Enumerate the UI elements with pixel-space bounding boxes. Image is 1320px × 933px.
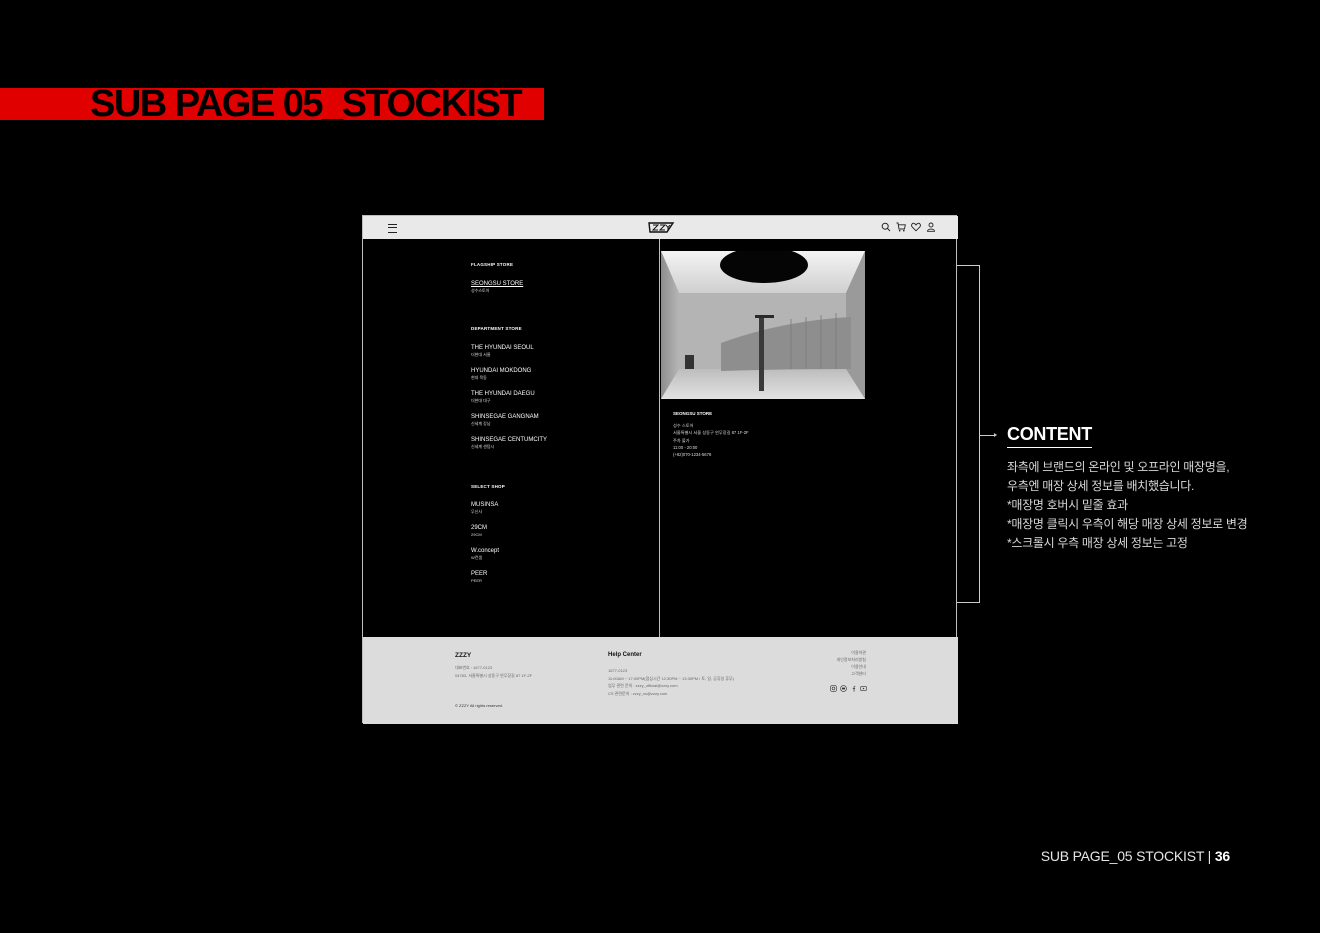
annotation-bracket: [957, 265, 980, 603]
hamburger-menu-icon[interactable]: [388, 224, 397, 233]
help-cs-email: CS 관련문의 : zzzy_cs@zzzy.com: [608, 690, 668, 696]
section-title-department: DEPARTMENT STORE: [471, 326, 522, 331]
store-detail-hours: 11:00 - 20:00: [673, 444, 698, 450]
store-name: W.concept: [471, 548, 500, 554]
instagram-icon[interactable]: [830, 685, 837, 692]
store-item-the-hyundai-daegu[interactable]: THE HYUNDAI DAEGU 더현대 대구: [471, 391, 535, 404]
store-name-ko: 현대 목동: [471, 375, 487, 380]
footer-address: 04783, 서울특별시 성동구 연무장길 87 1F-2F: [455, 672, 533, 678]
user-icon[interactable]: [926, 222, 936, 232]
page-number: 36: [1214, 848, 1230, 864]
store-name: HYUNDAI MOKDONG: [471, 368, 532, 374]
slide-footer: SUB PAGE_05 STOCKIST | 36: [1040, 848, 1231, 864]
slide-footer-label: SUB PAGE_05 STOCKIST: [1040, 848, 1204, 864]
website-mockup: FLAGSHIP STORE SEONGSU STORE 성수스토어 DEPAR…: [362, 215, 958, 724]
store-name-ko: 성수스토어: [471, 288, 490, 293]
store-name: SHINSEGAE GANGNAM: [471, 414, 539, 420]
store-item-shinsegae-gangnam[interactable]: SHINSEGAE GANGNAM 신세계 강남: [471, 414, 539, 427]
help-business-email: 업무 관련 문의 : zzzy_official@zzzy.com: [608, 683, 678, 688]
store-item-the-hyundai-seoul[interactable]: THE HYUNDAI SEOUL 더현대 서울: [471, 345, 534, 358]
footer-link-privacy[interactable]: 개인정보처리방침: [837, 656, 866, 663]
store-name: 29CM: [471, 525, 488, 531]
help-hours: 11:00AM ~ 17:00PM(점심시간 12:30PM ~ 13:30PM…: [608, 675, 735, 681]
store-name: SHINSEGAE CENTUMCITY: [471, 437, 548, 443]
store-item-peer[interactable]: PEER PEER: [471, 571, 487, 584]
annotation-arrow: [980, 433, 997, 437]
store-item-seongsu[interactable]: SEONGSU STORE 성수스토어: [471, 281, 523, 294]
annotation-line: 우측엔 매장 상세 정보를 배치했습니다.: [1007, 479, 1195, 493]
footer-link-cs[interactable]: 고객센터: [837, 670, 866, 677]
site-header: [363, 216, 958, 239]
footer-link-terms[interactable]: 이용약관: [837, 649, 866, 656]
store-name: SEONGSU STORE: [471, 281, 524, 287]
youtube-icon[interactable]: [860, 685, 867, 692]
help-phone: 1677-0123: [608, 668, 628, 673]
annotation-line: 좌측에 브랜드의 온라인 및 오프라인 매장명을,: [1007, 460, 1230, 474]
kakao-icon[interactable]: [840, 685, 847, 692]
section-title-select-shop: SELECT SHOP: [471, 484, 505, 489]
store-name-ko: 29CM: [471, 532, 482, 537]
store-name-ko: PEER: [471, 578, 482, 583]
store-name-ko: 신세계 강남: [471, 421, 491, 426]
store-item-wconcept[interactable]: W.concept W컨셉: [471, 548, 499, 561]
heart-icon[interactable]: [911, 222, 921, 232]
footer-link-guide[interactable]: 이용안내: [837, 663, 866, 670]
section-title-flagship: FLAGSHIP STORE: [471, 262, 514, 267]
store-name: PEER: [471, 571, 488, 577]
annotation-line: *스크롤시 우측 매장 상세 정보는 고정: [1007, 536, 1188, 550]
facebook-icon[interactable]: [850, 685, 857, 692]
search-icon[interactable]: [881, 222, 891, 232]
zzzy-logo[interactable]: [647, 220, 675, 235]
store-name-ko: 더현대 서울: [471, 352, 491, 357]
store-detail-parking: 주차 불가: [673, 437, 690, 443]
store-name-ko: 신세계 센텀시: [471, 444, 495, 449]
annotation-title: CONTENT: [1007, 424, 1092, 448]
store-detail: SEONGSU STORE 성수 스토어 서울특별시 서울 성동구 연무장길 8…: [673, 411, 873, 458]
store-item-musinsa[interactable]: MUSINSA 무신사: [471, 502, 498, 515]
store-name: THE HYUNDAI DAEGU: [471, 391, 535, 397]
site-footer: ZZZY 대표번호 : 1677-0123 04783, 서울특별시 성동구 연…: [363, 637, 958, 724]
annotation-line: *매장명 클릭시 우측이 해당 매장 상세 정보로 변경: [1007, 517, 1248, 531]
store-name: MUSINSA: [471, 502, 499, 508]
store-detail-address: 서울특별시 서울 성동구 연무장길 87 1F-2F: [673, 430, 749, 436]
store-name: THE HYUNDAI SEOUL: [471, 345, 534, 351]
store-name-ko: 더현대 대구: [471, 398, 491, 403]
slide-footer-separator: |: [1203, 848, 1215, 864]
store-name-ko: W컨셉: [471, 555, 483, 560]
store-photo: [661, 251, 865, 399]
store-item-hyundai-mokdong[interactable]: HYUNDAI MOKDONG 현대 목동: [471, 368, 531, 381]
footer-copyright: © ZZZY All rights reserved.: [455, 703, 503, 708]
page-title: SUB PAGE 05_STOCKIST: [90, 83, 523, 125]
store-item-29cm[interactable]: 29CM 29CM: [471, 525, 487, 538]
annotation-line: *매장명 호버시 밑줄 효과: [1007, 498, 1128, 512]
footer-brand: ZZZY: [455, 652, 472, 659]
column-divider: [659, 239, 660, 637]
store-detail-name: 성수 스토어: [673, 423, 694, 428]
footer-phone: 대표번호 : 1677-0123: [455, 665, 493, 670]
store-name-ko: 무신사: [471, 509, 483, 514]
store-item-shinsegae-centumcity[interactable]: SHINSEGAE CENTUMCITY 신세계 센텀시: [471, 437, 547, 450]
annotation-description: 좌측에 브랜드의 온라인 및 오프라인 매장명을, 우측엔 매장 상세 정보를 …: [1007, 458, 1307, 553]
store-detail-phone: (+82)070-1234-5678: [673, 452, 712, 458]
cart-icon[interactable]: [896, 222, 906, 232]
help-center-title: Help Center: [608, 652, 642, 658]
